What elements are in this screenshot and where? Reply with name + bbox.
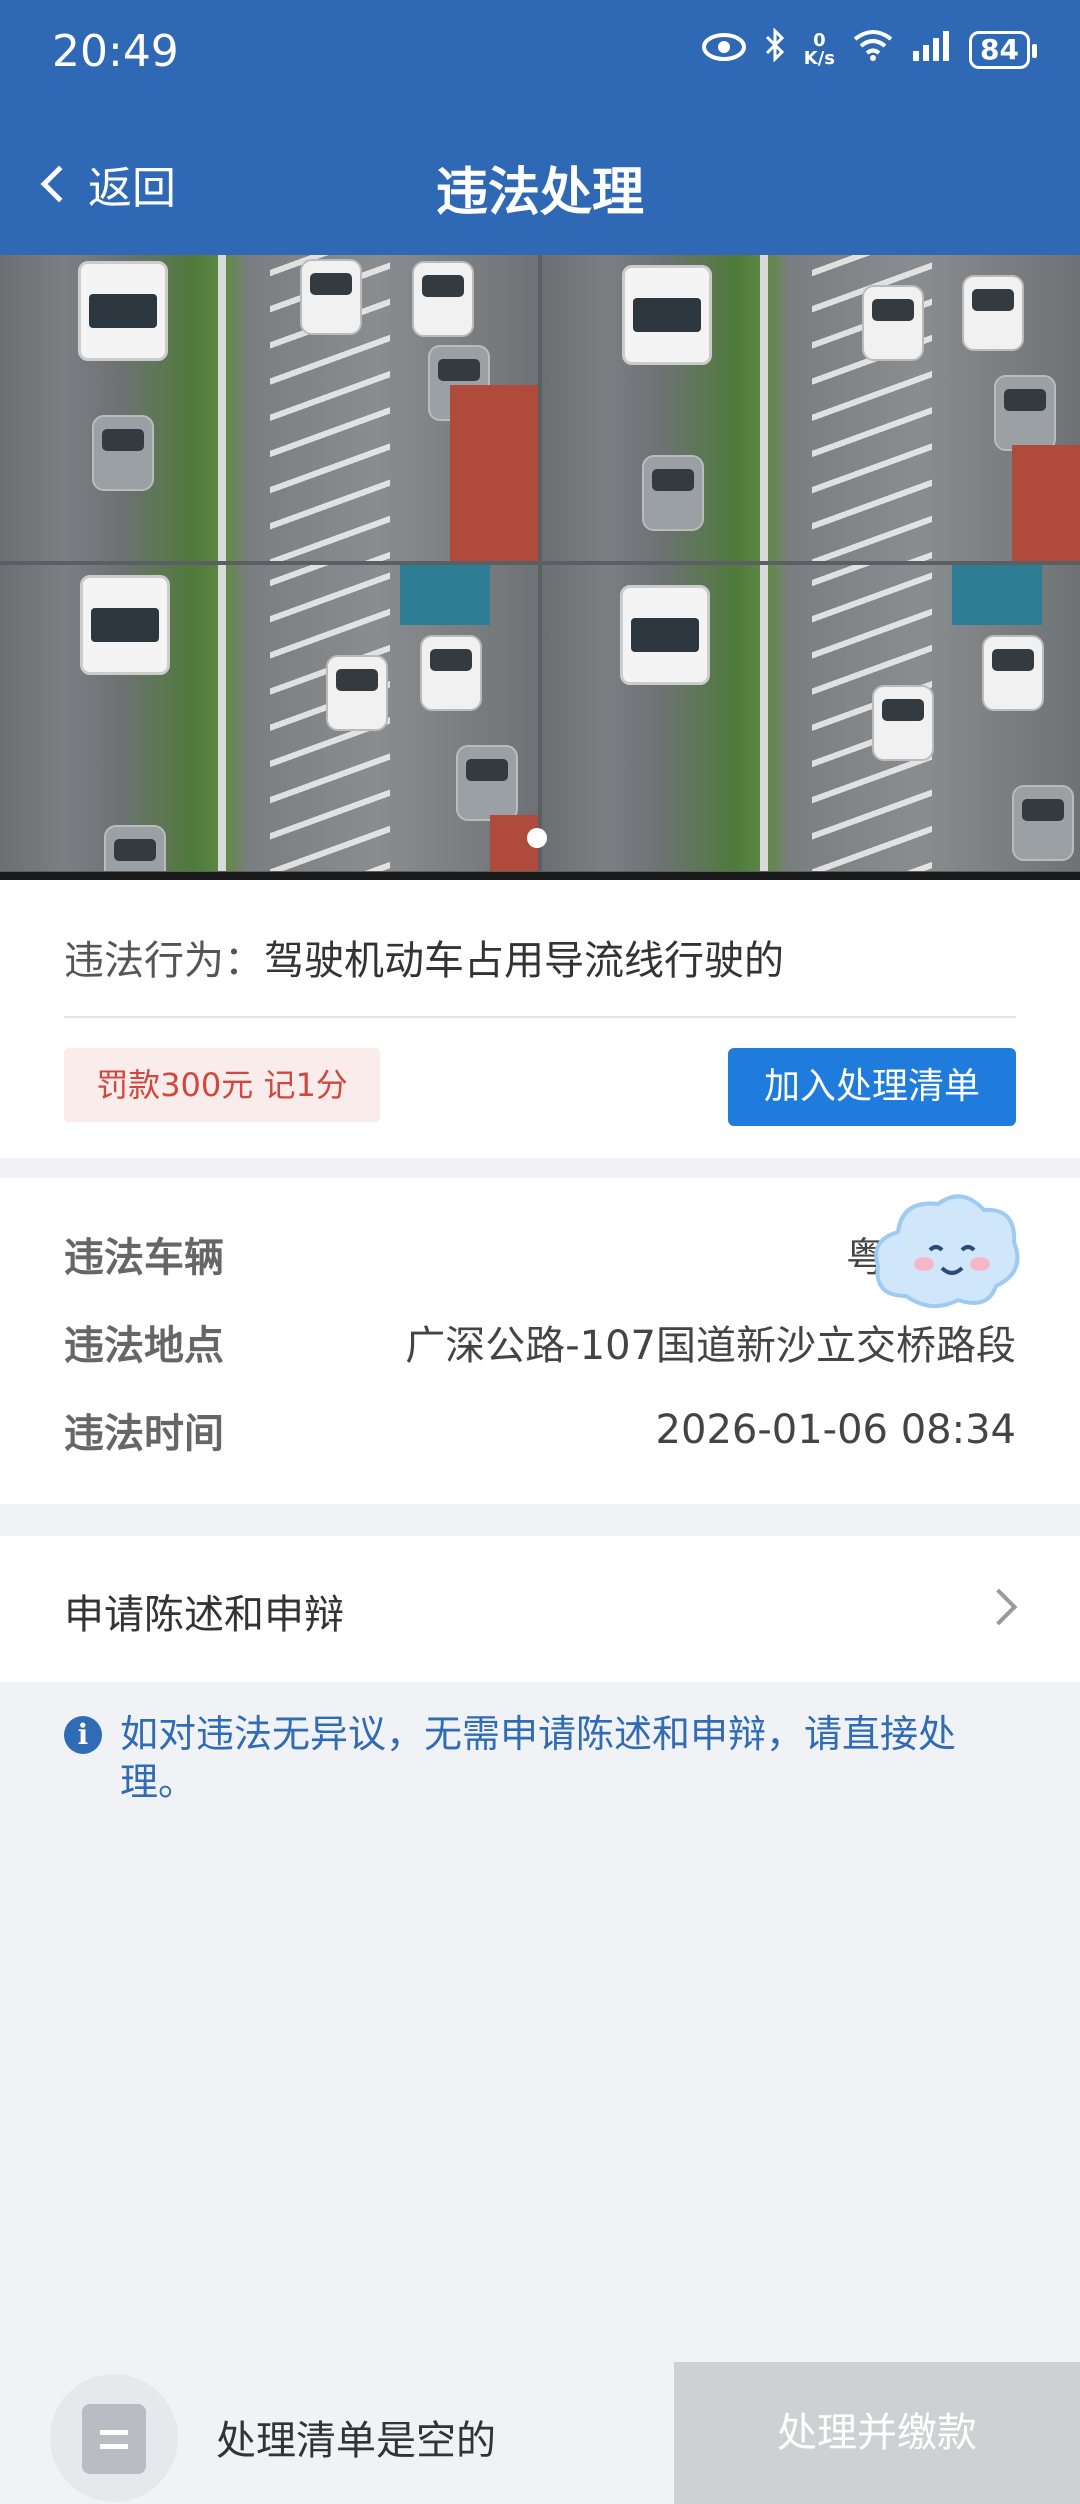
location-label: 违法地点 [64,1323,224,1369]
violation-behavior-value: 驾驶机动车占用导流线行驶的 [264,938,784,984]
divider [64,1016,1016,1018]
photo-frame [0,255,538,561]
processing-list-button[interactable] [50,2374,178,2502]
list-status-text: 处理清单是空的 [216,2418,496,2464]
status-time: 20:49 [52,26,179,77]
bottom-bar: 处理清单是空的 处理并缴款 [0,2362,1080,2504]
app-header: 20:49 0 K/s 84 返回 违法处理 [0,0,1080,255]
nav-bar: 返回 违法处理 [0,130,1080,240]
info-note: i 如对违法无异议，无需申请陈述和申辩，请直接处理。 [64,1710,1024,1806]
time-value: 2026-01-06 08:34 [655,1407,1016,1453]
time-row: 违法时间 2026-01-06 08:34 [64,1400,1016,1460]
fine-badge: 罚款300元 记1分 [64,1048,380,1122]
status-bar: 20:49 0 K/s 84 [0,0,1080,105]
violation-behavior-label: 违法行为： [64,938,264,984]
violation-behavior: 违法行为：驾驶机动车占用导流线行驶的 [64,928,784,986]
time-label: 违法时间 [64,1411,224,1457]
photo-frame [0,565,538,871]
battery-icon: 84 [969,30,1037,69]
page-title: 违法处理 [435,163,644,223]
appeal-row[interactable]: 申请陈述和申辩 [0,1536,1080,1682]
status-icons: 0 K/s 84 [701,27,1037,71]
chevron-right-icon [980,1588,1018,1626]
add-to-list-button[interactable]: 加入处理清单 [728,1048,1016,1126]
evidence-photo[interactable] [0,255,1080,880]
cloud-sticker [866,1186,1026,1316]
list-icon [82,2404,146,2474]
carousel-indicator [527,828,547,848]
location-row: 违法地点 广深公路-107国道新沙立交桥路段 [64,1312,1016,1372]
speed-value: 0 [813,29,826,51]
wifi-icon [853,29,893,70]
info-text: 如对违法无异议，无需申请陈述和申辩，请直接处理。 [120,1712,957,1804]
photo-frame [542,255,1080,561]
vehicle-label: 违法车辆 [64,1235,224,1281]
speed-unit: K/s [803,47,836,69]
photo-frame [542,565,1080,871]
process-and-pay-button[interactable]: 处理并缴款 [674,2362,1080,2504]
photo-caption-strip [0,872,1080,880]
signal-icon [911,30,951,70]
violation-card: 违法行为：驾驶机动车占用导流线行驶的 罚款300元 记1分 加入处理清单 [0,880,1080,1158]
bluetooth-icon [764,27,786,71]
info-icon: i [64,1716,102,1754]
appeal-label: 申请陈述和申辩 [64,1592,344,1638]
network-speed: 0 K/s [803,29,836,69]
eye-icon [701,30,746,70]
location-value: 广深公路-107国道新沙立交桥路段 [405,1323,1016,1369]
